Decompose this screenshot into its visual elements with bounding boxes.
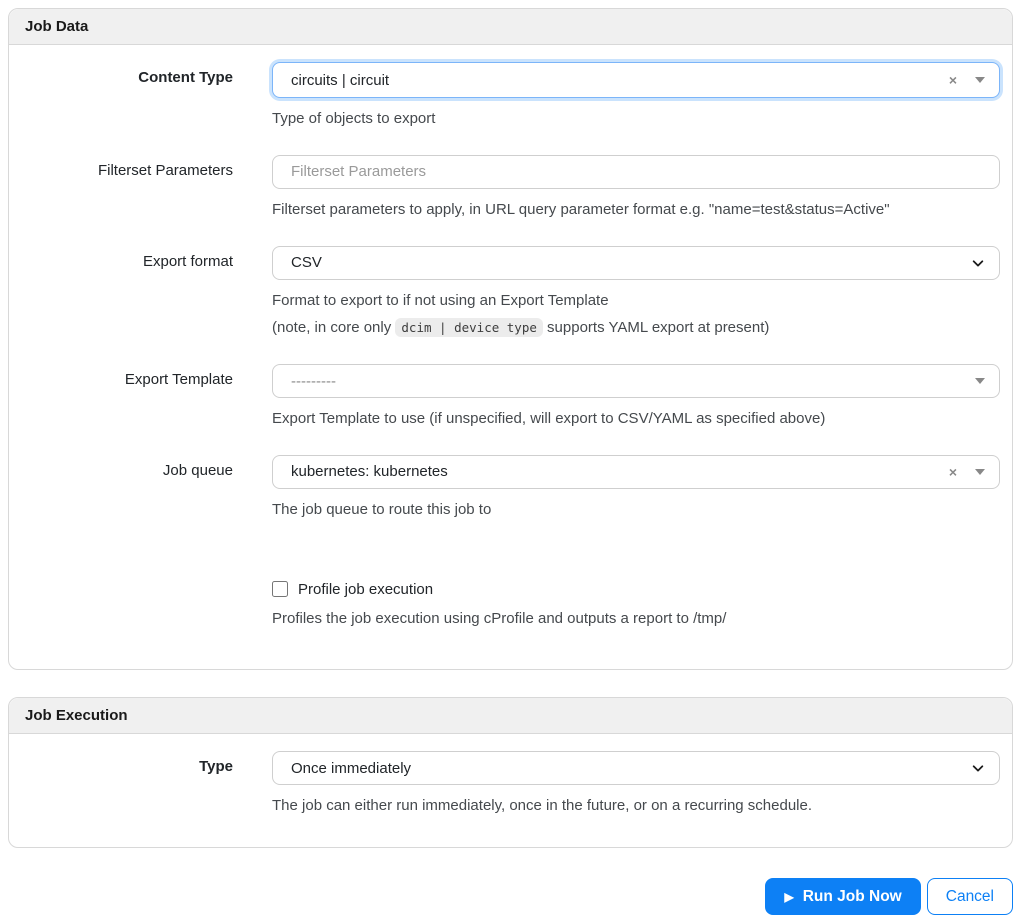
- job-queue-row: Job queue kubernetes: kubernetes × The j…: [9, 455, 1000, 521]
- form-actions: ▶ Run Job Now Cancel: [8, 875, 1013, 915]
- content-type-select[interactable]: circuits | circuit ×: [272, 62, 1000, 98]
- profile-checkbox-label[interactable]: Profile job execution: [298, 581, 433, 598]
- export-template-select[interactable]: ---------: [272, 364, 1000, 398]
- job-queue-label: Job queue: [9, 455, 272, 521]
- job-data-panel: Job Data Content Type circuits | circuit…: [8, 8, 1013, 670]
- content-type-value: circuits | circuit: [291, 72, 949, 89]
- execution-type-help: The job can either run immediately, once…: [272, 795, 1000, 817]
- export-format-value: CSV: [291, 254, 971, 271]
- export-format-select[interactable]: CSV: [272, 246, 1000, 280]
- export-format-help-2-pre: (note, in core only: [272, 319, 395, 336]
- play-icon: ▶: [784, 891, 793, 903]
- export-template-value: ---------: [291, 373, 975, 390]
- job-data-panel-title: Job Data: [9, 9, 1012, 45]
- job-execution-panel-title: Job Execution: [9, 698, 1012, 734]
- content-type-row: Content Type circuits | circuit × Type o…: [9, 62, 1000, 130]
- execution-type-label: Type: [9, 751, 272, 817]
- run-job-now-label: Run Job Now: [803, 888, 902, 906]
- export-template-label: Export Template: [9, 364, 272, 430]
- job-data-panel-body: Content Type circuits | circuit × Type o…: [9, 45, 1012, 669]
- execution-type-select[interactable]: Once immediately: [272, 751, 1000, 785]
- export-format-help-2-code: dcim | device type: [395, 318, 542, 337]
- export-format-help-2: (note, in core only dcim | device type s…: [272, 317, 1000, 339]
- filterset-row: Filterset Parameters Filterset parameter…: [9, 155, 1000, 221]
- export-format-row: Export format CSV Format to export to if…: [9, 246, 1000, 340]
- cancel-label: Cancel: [946, 888, 994, 906]
- profile-row: Profile job execution Profiles the job e…: [9, 546, 1000, 630]
- export-template-row: Export Template --------- Export Templat…: [9, 364, 1000, 430]
- clear-icon[interactable]: ×: [949, 465, 957, 479]
- filterset-label: Filterset Parameters: [9, 155, 272, 221]
- chevron-down-icon: [971, 256, 985, 270]
- run-job-now-button[interactable]: ▶ Run Job Now: [765, 878, 920, 915]
- profile-help: Profiles the job execution using cProfil…: [272, 608, 1000, 630]
- job-queue-select[interactable]: kubernetes: kubernetes ×: [272, 455, 1000, 489]
- clear-icon[interactable]: ×: [949, 73, 957, 87]
- cancel-button[interactable]: Cancel: [927, 878, 1013, 915]
- profile-checkbox[interactable]: [272, 581, 288, 597]
- export-format-help-1: Format to export to if not using an Expo…: [272, 290, 1000, 312]
- job-edit-form: Job Data Content Type circuits | circuit…: [0, 0, 1024, 915]
- content-type-label: Content Type: [9, 62, 272, 130]
- chevron-down-icon: [971, 761, 985, 775]
- export-template-help: Export Template to use (if unspecified, …: [272, 408, 1000, 430]
- export-format-help-2-post: supports YAML export at present): [543, 319, 770, 336]
- job-queue-help: The job queue to route this job to: [272, 499, 1000, 521]
- content-type-help: Type of objects to export: [272, 108, 1000, 130]
- filterset-input[interactable]: [272, 155, 1000, 189]
- job-execution-panel-body: Type Once immediately The job can either…: [9, 734, 1012, 847]
- execution-type-row: Type Once immediately The job can either…: [9, 751, 1000, 817]
- chevron-down-icon[interactable]: [975, 469, 985, 475]
- filterset-help: Filterset parameters to apply, in URL qu…: [272, 199, 1000, 221]
- job-execution-panel: Job Execution Type Once immediately The …: [8, 697, 1013, 848]
- chevron-down-icon[interactable]: [975, 378, 985, 384]
- export-format-label: Export format: [9, 246, 272, 340]
- chevron-down-icon[interactable]: [975, 77, 985, 83]
- execution-type-value: Once immediately: [291, 760, 971, 777]
- job-queue-value: kubernetes: kubernetes: [291, 463, 949, 480]
